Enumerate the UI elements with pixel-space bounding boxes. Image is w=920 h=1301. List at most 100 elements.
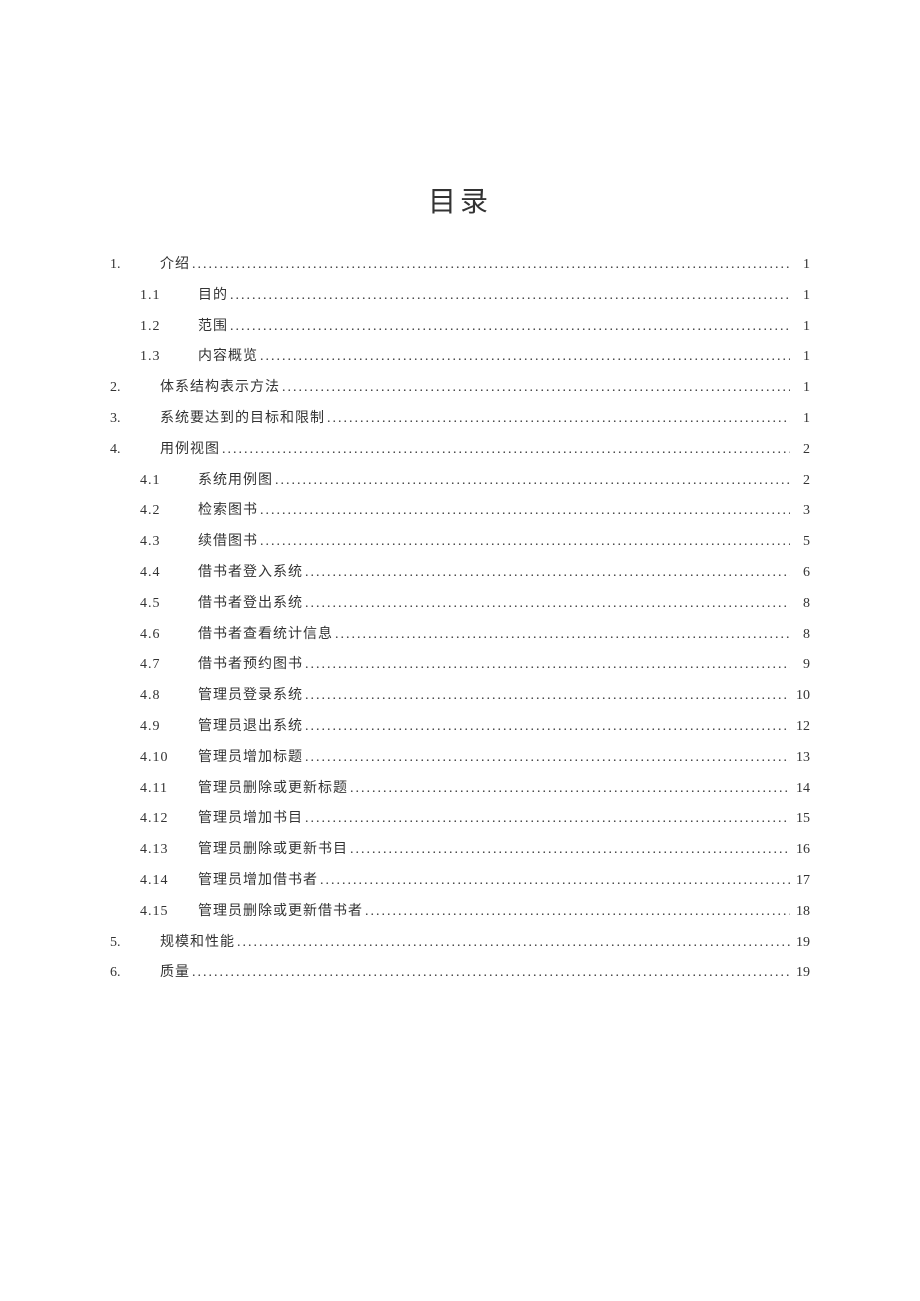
toc-entry-number: 1.3 [140,342,198,373]
toc-entry-page: 6 [790,558,810,589]
toc-entry-number: 1.2 [140,312,198,343]
toc-entry[interactable]: 4.7借书者预约图书9 [110,650,810,681]
toc-entry[interactable]: 5.规模和性能 19 [110,928,810,959]
toc-entry-title: 管理员退出系统 [198,712,303,743]
toc-entry-page: 2 [790,466,810,497]
toc-entry-title: 检索图书 [198,496,258,527]
toc-entry[interactable]: 1.3内容概览 1 [110,342,810,373]
toc-entry[interactable]: 3.系统要达到的目标和限制 1 [110,404,810,435]
toc-entry-title: 管理员删除或更新借书者 [198,897,363,928]
toc-dots [333,620,790,651]
toc-entry-title: 管理员登录系统 [198,681,303,712]
toc-entry-page: 3 [790,496,810,527]
toc-entry[interactable]: 4.12管理员增加书目15 [110,804,810,835]
toc-entry-number: 4.2 [140,496,198,527]
toc-entry[interactable]: 4.用例视图2 [110,435,810,466]
toc-entry-page: 1 [790,373,810,404]
toc-entry-page: 1 [790,404,810,435]
toc-entry[interactable]: 4.10管理员增加标题13 [110,743,810,774]
toc-dots [348,774,790,805]
toc-entry[interactable]: 4.15管理员删除或更新借书者18 [110,897,810,928]
toc-entry-title: 管理员增加书目 [198,804,303,835]
toc-entry-page: 17 [790,866,810,897]
toc-entry-number: 4.9 [140,712,198,743]
toc-entry-number: 4.4 [140,558,198,589]
toc-dots [220,435,790,466]
toc-entry-title: 体系结构表示方法 [160,373,280,404]
toc-dots [258,496,790,527]
toc-entry[interactable]: 4.9管理员退出系统12 [110,712,810,743]
toc-entry[interactable]: 1.2范围 1 [110,312,810,343]
toc-dots [318,866,790,897]
toc-entry-title: 管理员增加借书者 [198,866,318,897]
toc-entry-title: 范围 [198,312,228,343]
toc-entry-page: 1 [790,281,810,312]
toc-dots [303,558,790,589]
toc-entry[interactable]: 4.2检索图书 3 [110,496,810,527]
toc-entry-number: 4.7 [140,650,198,681]
toc-entry-page: 1 [790,312,810,343]
toc-entry-title: 内容概览 [198,342,258,373]
toc-entry-number: 4. [110,435,160,466]
toc-dots [280,373,790,404]
toc-entry-number: 4.3 [140,527,198,558]
toc-entry-title: 借书者登出系统 [198,589,303,620]
toc-entry-title: 规模和性能 [160,928,235,959]
toc-entry[interactable]: 4.3续借图书5 [110,527,810,558]
toc-entry-number: 2. [110,373,160,404]
toc-entry-title: 介绍 [160,250,190,281]
toc-entry-number: 5. [110,928,160,959]
toc-entry-number: 4.5 [140,589,198,620]
toc-entry-number: 4.8 [140,681,198,712]
toc-dots [190,250,790,281]
toc-entry-number: 3. [110,404,160,435]
toc-entry-number: 1.1 [140,281,198,312]
table-of-contents: 1.介绍11.1目的11.2范围11.3内容概览12.体系结构表示方法13.系统… [110,250,810,989]
toc-entry-number: 4.13 [140,835,198,866]
toc-entry[interactable]: 6.质量19 [110,958,810,989]
toc-dots [228,281,790,312]
toc-entry[interactable]: 4.13管理员删除或更新书目 16 [110,835,810,866]
toc-entry[interactable]: 4.4借书者登入系统 6 [110,558,810,589]
toc-entry[interactable]: 4.5借书者登出系统8 [110,589,810,620]
toc-dots [363,897,790,928]
toc-dots [325,404,790,435]
toc-entry-page: 10 [790,681,810,712]
toc-entry-page: 19 [790,958,810,989]
toc-entry-title: 续借图书 [198,527,258,558]
toc-entry[interactable]: 4.14管理员增加借书者 17 [110,866,810,897]
toc-entry-title: 借书者登入系统 [198,558,303,589]
toc-entry-page: 18 [790,897,810,928]
toc-dots [303,712,790,743]
toc-dots [228,312,790,343]
toc-entry-page: 19 [790,928,810,959]
toc-entry[interactable]: 4.6借书者查看统计信息8 [110,620,810,651]
toc-entry[interactable]: 2.体系结构表示方法 1 [110,373,810,404]
toc-entry-title: 管理员删除或更新书目 [198,835,348,866]
toc-entry[interactable]: 4.1系统用例图2 [110,466,810,497]
toc-entry-page: 1 [790,342,810,373]
toc-entry-page: 16 [790,835,810,866]
toc-entry-title: 系统要达到的目标和限制 [160,404,325,435]
toc-dots [258,342,790,373]
toc-dots [190,958,790,989]
toc-entry[interactable]: 1.1目的1 [110,281,810,312]
toc-entry-title: 借书者查看统计信息 [198,620,333,651]
toc-entry-page: 8 [790,620,810,651]
toc-entry-title: 借书者预约图书 [198,650,303,681]
toc-entry-number: 1. [110,250,160,281]
toc-entry-number: 4.11 [140,774,198,805]
toc-entry[interactable]: 4.11管理员删除或更新标题14 [110,774,810,805]
toc-entry-number: 4.1 [140,466,198,497]
toc-entry-title: 管理员增加标题 [198,743,303,774]
toc-entry-number: 4.12 [140,804,198,835]
toc-entry[interactable]: 4.8管理员登录系统 10 [110,681,810,712]
toc-dots [273,466,790,497]
toc-dots [303,804,790,835]
toc-dots [235,928,790,959]
toc-dots [303,589,790,620]
toc-entry[interactable]: 1.介绍1 [110,250,810,281]
toc-entry-number: 4.14 [140,866,198,897]
toc-entry-title: 质量 [160,958,190,989]
toc-dots [303,743,790,774]
